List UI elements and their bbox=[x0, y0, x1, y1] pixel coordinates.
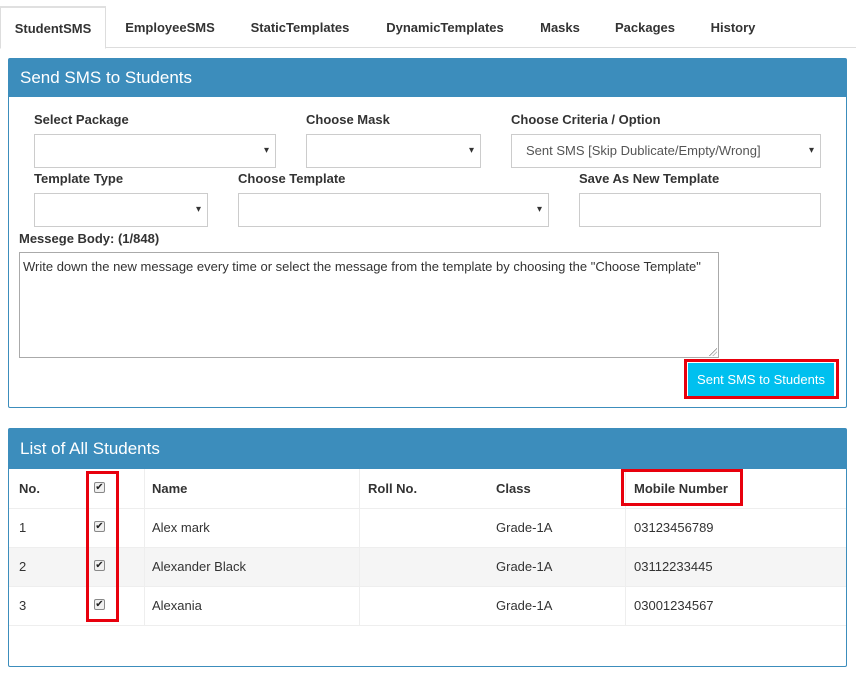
criteria-label: Choose Criteria / Option bbox=[511, 112, 661, 127]
column-header-class: Class bbox=[496, 481, 531, 496]
table-row bbox=[9, 586, 846, 625]
message-body-textarea[interactable]: Write down the new message every time or… bbox=[19, 252, 719, 358]
tab-masks[interactable]: Masks bbox=[528, 9, 592, 48]
table-bottom-border bbox=[9, 625, 846, 626]
column-header-name: Name bbox=[152, 481, 188, 496]
student-name: Alexander Black bbox=[152, 559, 246, 574]
row-number: 3 bbox=[19, 598, 27, 613]
mobile-number-highlight bbox=[621, 469, 743, 506]
chevron-down-icon: ▾ bbox=[263, 145, 269, 156]
row-number: 2 bbox=[19, 559, 27, 574]
tab-dynamic-templates[interactable]: DynamicTemplates bbox=[374, 9, 516, 48]
student-mobile: 03001234567 bbox=[634, 598, 714, 613]
chevron-down-icon: ▾ bbox=[536, 204, 542, 215]
column-header-roll: Roll No. bbox=[368, 481, 418, 496]
table-row bbox=[9, 508, 846, 547]
column-divider bbox=[359, 469, 360, 626]
student-mobile: 03123456789 bbox=[634, 520, 714, 535]
tab-student-sms[interactable]: StudentSMS bbox=[0, 6, 106, 49]
tab-history[interactable]: History bbox=[698, 9, 768, 48]
save-template-label: Save As New Template bbox=[579, 171, 720, 186]
choose-template-label: Choose Template bbox=[238, 171, 346, 186]
students-panel-title: List of All Students bbox=[9, 429, 846, 469]
student-class: Grade-1A bbox=[496, 520, 553, 535]
tab-packages[interactable]: Packages bbox=[603, 9, 687, 48]
criteria-dropdown[interactable]: Sent SMS [Skip Dublicate/Empty/Wrong] ▾ bbox=[511, 134, 821, 168]
column-divider bbox=[144, 469, 145, 626]
student-name: Alexania bbox=[152, 598, 202, 613]
save-template-input[interactable] bbox=[579, 193, 821, 227]
chevron-down-icon: ▾ bbox=[468, 145, 474, 156]
message-body-label: Messege Body: (1/848) bbox=[19, 231, 160, 246]
template-type-label: Template Type bbox=[34, 171, 124, 186]
select-package-dropdown[interactable]: ▾ bbox=[34, 134, 276, 168]
student-name: Alex mark bbox=[152, 520, 210, 535]
student-class: Grade-1A bbox=[496, 559, 553, 574]
choose-mask-label: Choose Mask bbox=[306, 112, 390, 127]
student-mobile: 03112233445 bbox=[634, 559, 713, 574]
send-sms-panel-title: Send SMS to Students bbox=[9, 59, 846, 97]
student-class: Grade-1A bbox=[496, 598, 553, 613]
tab-static-templates[interactable]: StaticTemplates bbox=[238, 9, 362, 48]
column-header-no: No. bbox=[19, 481, 40, 496]
chevron-down-icon: ▾ bbox=[808, 145, 814, 156]
select-package-label: Select Package bbox=[34, 112, 129, 127]
template-type-dropdown[interactable]: ▾ bbox=[34, 193, 208, 227]
row-number: 1 bbox=[19, 520, 27, 535]
choose-mask-dropdown[interactable]: ▾ bbox=[306, 134, 481, 168]
resize-handle-icon[interactable] bbox=[709, 348, 717, 356]
tab-bar: StudentSMS EmployeeSMS StaticTemplates D… bbox=[0, 0, 856, 49]
chevron-down-icon: ▾ bbox=[195, 204, 201, 215]
choose-template-dropdown[interactable]: ▾ bbox=[238, 193, 549, 227]
criteria-value: Sent SMS [Skip Dublicate/Empty/Wrong] bbox=[526, 143, 761, 158]
send-button-highlight bbox=[684, 359, 839, 399]
checkbox-column-highlight bbox=[86, 471, 119, 622]
table-row bbox=[9, 547, 846, 586]
message-body-text: Write down the new message every time or… bbox=[23, 259, 701, 274]
tab-employee-sms[interactable]: EmployeeSMS bbox=[113, 9, 227, 48]
